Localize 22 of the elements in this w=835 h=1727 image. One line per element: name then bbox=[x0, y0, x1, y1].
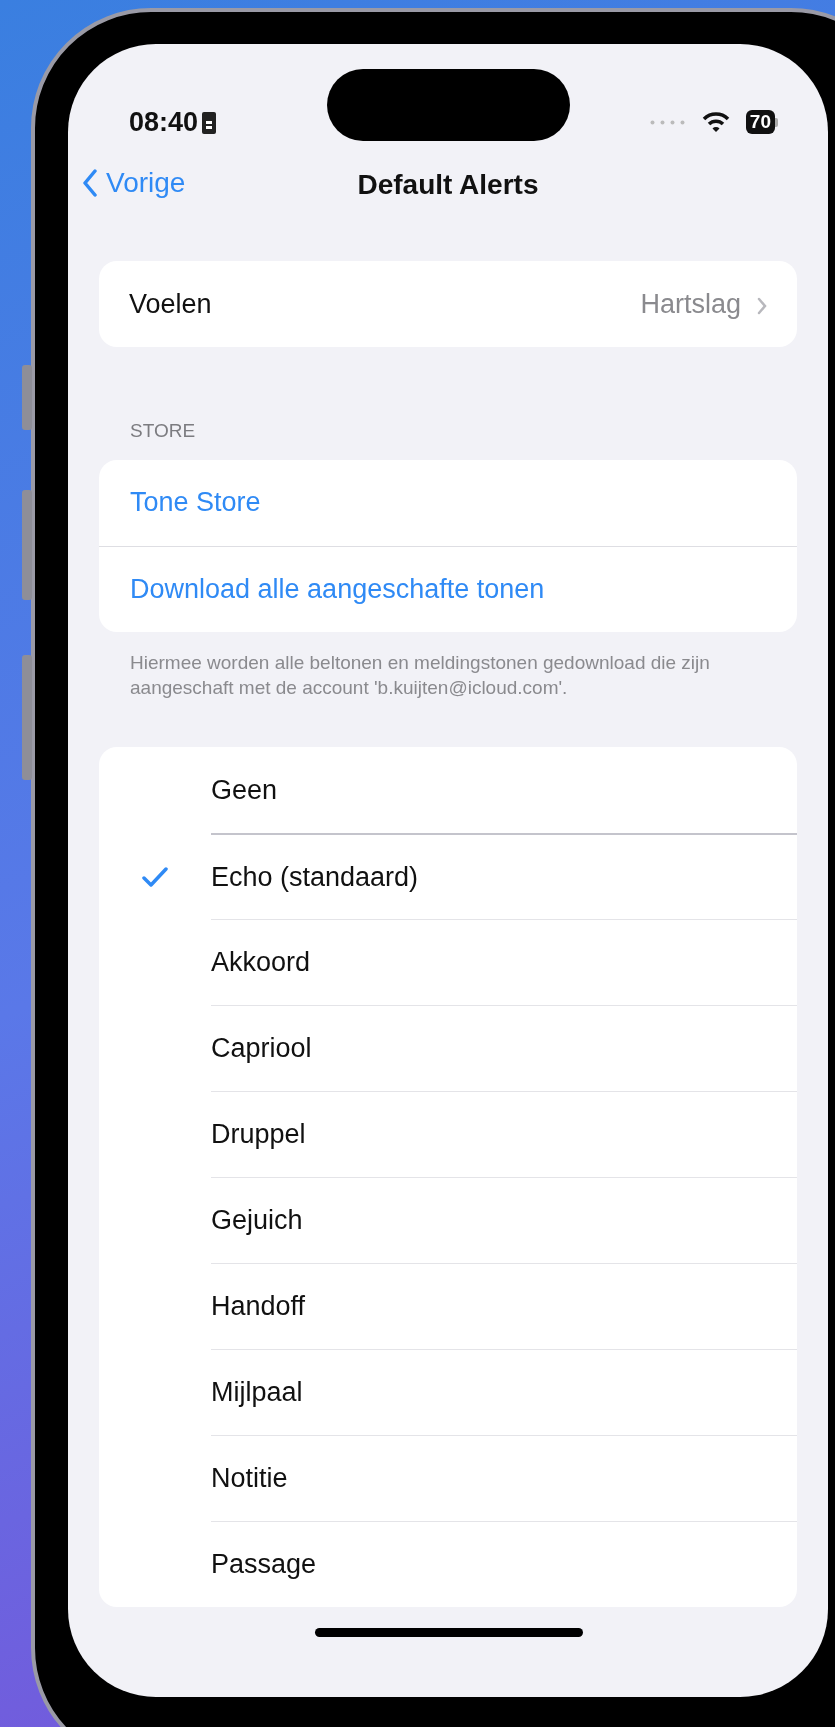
battery-icon: 70 bbox=[745, 110, 775, 134]
tone-row[interactable]: Geen bbox=[99, 746, 797, 833]
status-time: 08:40 bbox=[129, 105, 199, 139]
tone-row[interactable]: Echo (standaard) bbox=[99, 832, 797, 919]
settings-row[interactable]: Voelen Hartslag bbox=[99, 261, 797, 347]
chevron-right-icon bbox=[757, 296, 767, 315]
tone-row[interactable]: Passage bbox=[99, 1520, 797, 1607]
checkmark-icon bbox=[142, 866, 168, 889]
wifi-icon bbox=[701, 111, 730, 133]
tone-row[interactable]: Notitie bbox=[99, 1434, 797, 1521]
tone-row[interactable]: Akkoord bbox=[99, 918, 797, 1005]
tone-row[interactable]: Handoff bbox=[99, 1262, 797, 1349]
tone-row[interactable]: Capriool bbox=[99, 1004, 797, 1091]
tone-row[interactable]: Druppel bbox=[99, 1090, 797, 1177]
section-header: STORE bbox=[130, 419, 197, 443]
tone-row[interactable]: Gejuich bbox=[99, 1176, 797, 1263]
tone-row[interactable]: Mijlpaal bbox=[99, 1348, 797, 1435]
section-footer: Hiermee worden alle beltonen en meldingstonen gedownload die zijn aangeschaft met de account 'b.kuijten@icloud.com'. bbox=[130, 631, 766, 701]
sim-card-icon bbox=[202, 111, 217, 134]
page-title: Default Alerts bbox=[357, 167, 539, 202]
signal-dots-icon bbox=[649, 119, 686, 125]
chevron-left-icon bbox=[82, 169, 98, 197]
